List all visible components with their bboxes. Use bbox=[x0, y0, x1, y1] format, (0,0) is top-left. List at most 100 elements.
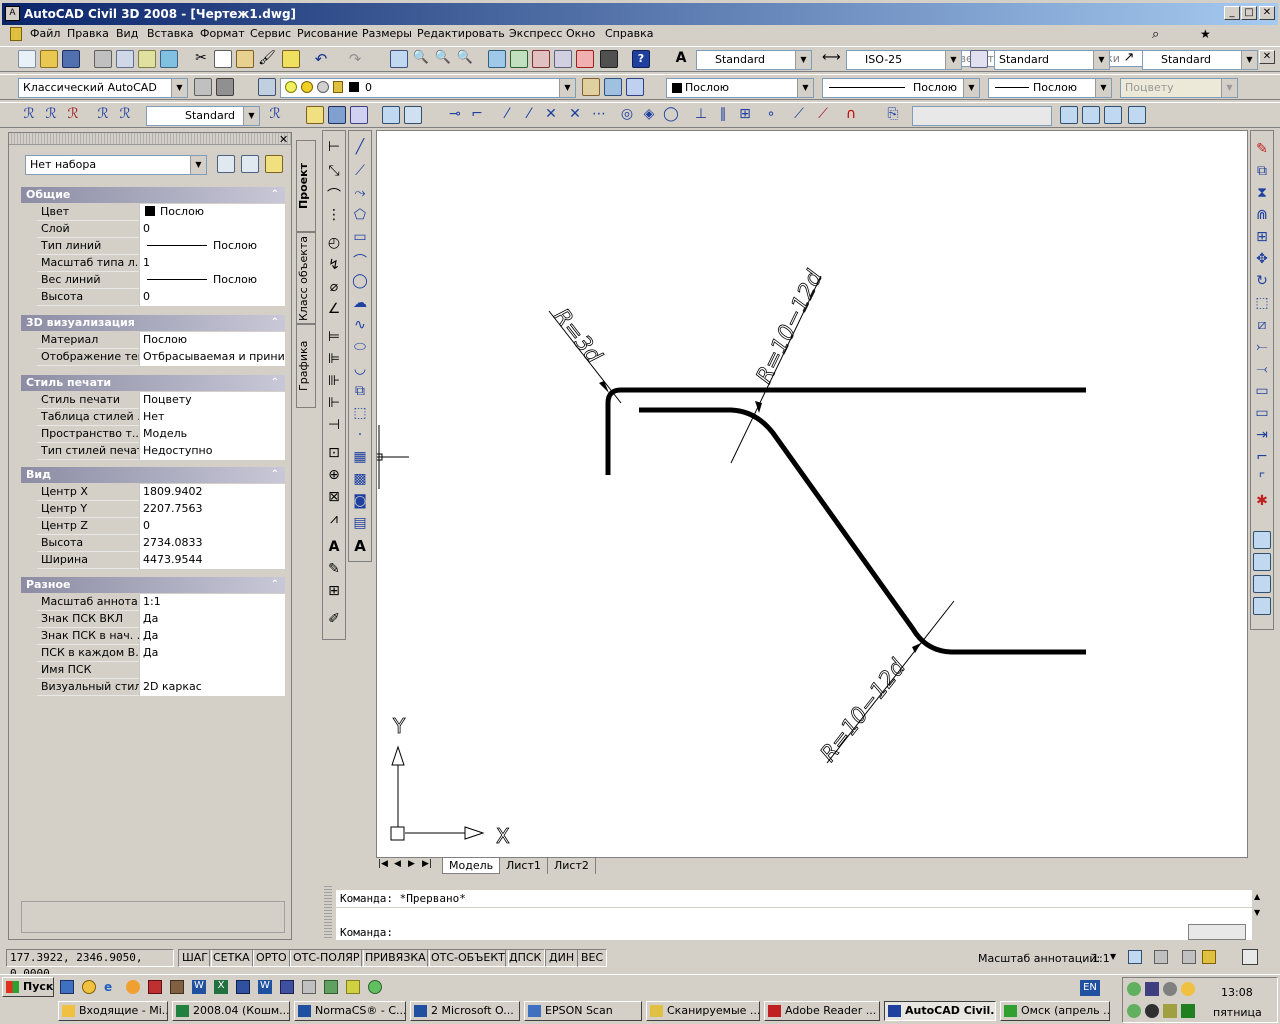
tray-icon-4[interactable] bbox=[1181, 982, 1195, 996]
aligned-dim-icon[interactable] bbox=[328, 106, 346, 124]
search-icon[interactable]: ⌕ bbox=[1152, 27, 1168, 43]
break-at-point-icon[interactable]: ▭ bbox=[1253, 405, 1271, 423]
text-style-select[interactable]: Standard ▼ bbox=[696, 50, 812, 70]
layer-state-icon[interactable] bbox=[626, 78, 644, 96]
pan-icon[interactable] bbox=[390, 50, 408, 68]
fillet-icon[interactable]: ⌜ bbox=[1253, 471, 1271, 489]
collapse-chevron-icon[interactable]: ⌃ bbox=[271, 375, 279, 391]
dimstyle-manager-icon[interactable]: ℛ bbox=[266, 106, 284, 124]
mleader-style-select[interactable]: Standard ▼ bbox=[1142, 50, 1258, 70]
table-style-select[interactable]: Standard ▼ bbox=[994, 50, 1110, 70]
snap-parallel-icon[interactable]: ∥ bbox=[714, 106, 732, 124]
snap-center-icon[interactable]: ◎ bbox=[618, 106, 636, 124]
star-icon[interactable]: ★ bbox=[1200, 27, 1214, 43]
ql-app6-icon[interactable] bbox=[346, 980, 360, 994]
tab-project[interactable]: Проект bbox=[296, 140, 316, 232]
tray-icon-3[interactable] bbox=[1163, 982, 1177, 996]
command-grip[interactable] bbox=[324, 886, 332, 940]
offset-icon[interactable]: ⋒ bbox=[1253, 207, 1271, 225]
match-properties-icon[interactable]: 🖌 bbox=[258, 50, 276, 68]
redo-icon[interactable]: ↷ bbox=[346, 50, 364, 68]
property-row[interactable]: Центр Z 0 bbox=[37, 518, 285, 535]
dim-style-select[interactable]: ISO-25 ▼ bbox=[846, 50, 962, 70]
dim-jogged-icon[interactable]: ↯ bbox=[325, 257, 343, 275]
menu-tools[interactable]: Сервис bbox=[250, 27, 291, 40]
jogged-linear-icon[interactable]: ⩘ bbox=[325, 511, 343, 529]
property-row[interactable]: Цвет Послою bbox=[37, 204, 285, 221]
ql-app7-icon[interactable] bbox=[368, 980, 382, 994]
menu-insert[interactable]: Вставка bbox=[147, 27, 194, 40]
menu-file[interactable]: Файл bbox=[30, 27, 60, 40]
palette-close-icon[interactable]: ✕ bbox=[279, 133, 288, 146]
property-row[interactable]: Отображение тениОтбрасываемая и приним..… bbox=[37, 349, 285, 366]
edit-dim-icon[interactable]: ⎘ bbox=[884, 106, 902, 124]
civil-compare-icon[interactable]: ℛ bbox=[116, 106, 134, 124]
property-value[interactable]: Послою bbox=[139, 332, 285, 349]
dim-angular-icon[interactable]: ∠ bbox=[325, 301, 343, 319]
property-value[interactable]: 1:1 bbox=[139, 594, 285, 611]
paste-icon[interactable] bbox=[236, 50, 254, 68]
ducs-toggle[interactable]: ДПСК bbox=[505, 949, 546, 967]
taskbar-button[interactable]: NormaCS® - С... bbox=[294, 1001, 406, 1021]
ql-3d-icon[interactable] bbox=[148, 980, 162, 994]
section-header[interactable]: Разное ⌃ bbox=[21, 577, 285, 593]
explode-icon[interactable]: ✱ bbox=[1253, 493, 1271, 511]
dim-break-icon[interactable]: ⊣ bbox=[325, 417, 343, 435]
property-value[interactable]: 0 bbox=[139, 221, 285, 238]
clock-time[interactable]: 13:08 bbox=[1221, 986, 1253, 999]
language-indicator[interactable]: EN bbox=[1080, 980, 1100, 996]
clock-day[interactable]: пятница bbox=[1213, 1006, 1262, 1019]
linear-dim-icon[interactable] bbox=[306, 106, 324, 124]
dim-edit-icon[interactable]: A bbox=[325, 539, 343, 557]
tray-icon-7[interactable] bbox=[1163, 1004, 1177, 1018]
property-row[interactable]: Высота 0 bbox=[37, 289, 285, 306]
tray-icon-2[interactable] bbox=[1145, 982, 1159, 996]
ql-app3-icon[interactable] bbox=[236, 980, 250, 994]
snap-intersection-icon[interactable]: ✕ bbox=[542, 106, 560, 124]
snap-apparent-icon[interactable]: ✕ bbox=[566, 106, 584, 124]
property-row[interactable]: Центр X 1809.9402 bbox=[37, 484, 285, 501]
property-value[interactable]: 2734.0833 bbox=[139, 535, 285, 552]
property-value[interactable]: Да bbox=[139, 611, 285, 628]
dim-radius-icon[interactable]: ◴ bbox=[325, 235, 343, 253]
property-row[interactable]: Знак ПСК в нач. ... Да bbox=[37, 628, 285, 645]
tab-last-icon[interactable]: ▶| bbox=[422, 859, 432, 869]
save-icon[interactable] bbox=[62, 50, 80, 68]
snap-settings-icon[interactable]: ∩ bbox=[842, 106, 860, 124]
taskbar-button[interactable]: Омск (апрель ... bbox=[1000, 1001, 1110, 1021]
ql-outlook-icon[interactable] bbox=[60, 980, 74, 994]
ql-excel-icon[interactable]: X bbox=[214, 980, 228, 994]
snap-toggle[interactable]: ШАГ bbox=[178, 949, 212, 967]
property-value[interactable]: Поцвету bbox=[139, 392, 285, 409]
property-value[interactable]: 1 bbox=[139, 255, 285, 272]
lwt-toggle[interactable]: ВЕС bbox=[577, 949, 608, 967]
inspection-icon[interactable]: ⊠ bbox=[325, 489, 343, 507]
ql-app-icon[interactable] bbox=[126, 980, 140, 994]
osnap-toggle[interactable]: ПРИВЯЗКА bbox=[361, 949, 430, 967]
region-icon[interactable]: ◙ bbox=[351, 493, 369, 511]
section-header[interactable]: Вид ⌃ bbox=[21, 467, 285, 483]
taskbar-button[interactable]: Adobe Reader ... bbox=[764, 1001, 880, 1021]
ql-app4-icon[interactable] bbox=[302, 980, 316, 994]
snap-quadrant-icon[interactable]: ◈ bbox=[640, 106, 658, 124]
quick-select-icon[interactable] bbox=[217, 155, 235, 173]
stretch-icon[interactable]: ⧄ bbox=[1253, 317, 1271, 335]
clean-screen-icon[interactable] bbox=[1242, 949, 1258, 965]
snap-nearest-icon[interactable]: ⟋ bbox=[790, 106, 808, 124]
empty-combo[interactable] bbox=[912, 106, 1052, 126]
annotation-scale-value[interactable]: 1:1 bbox=[1092, 952, 1110, 965]
workspace-settings-icon[interactable] bbox=[194, 78, 212, 96]
property-row[interactable]: Слой 0 bbox=[37, 221, 285, 238]
dim-quick-icon[interactable]: ⊨ bbox=[325, 329, 343, 347]
property-row[interactable]: Тип линий Послою bbox=[37, 238, 285, 255]
tab-model[interactable]: Модель bbox=[442, 858, 501, 874]
drawing-canvas[interactable]: R=3d R=10−12d R=10−12d Y X bbox=[376, 130, 1248, 858]
dim-aligned-icon[interactable]: ⤡ bbox=[325, 163, 343, 181]
snap-line-icon[interactable]: ⁄ bbox=[498, 106, 516, 124]
annotation-autoscale-icon[interactable] bbox=[1154, 950, 1168, 964]
section-header[interactable]: 3D визуализация ⌃ bbox=[21, 315, 285, 331]
property-value[interactable]: Послою bbox=[139, 238, 285, 255]
tab-first-icon[interactable]: |◀ bbox=[378, 859, 388, 869]
property-value[interactable]: Отбрасываемая и приним... bbox=[139, 349, 285, 366]
property-value[interactable]: 4473.9544 bbox=[139, 552, 285, 569]
